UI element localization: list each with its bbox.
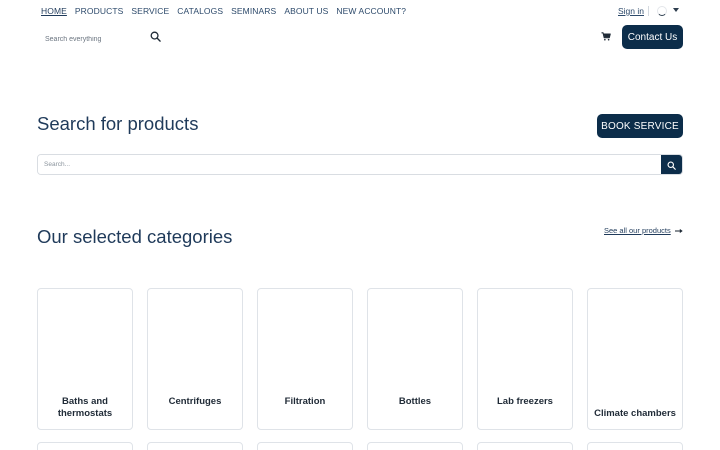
product-search-button[interactable] [661, 155, 682, 174]
header-divider [648, 6, 649, 16]
nav-service[interactable]: SERVICE [131, 5, 169, 17]
loading-icon [657, 6, 667, 16]
search-icon[interactable] [150, 31, 161, 42]
category-card-baths[interactable]: Baths and thermostats [37, 288, 133, 430]
product-search-input[interactable] [38, 155, 661, 174]
header-search-input[interactable] [41, 30, 141, 49]
nav-seminars[interactable]: SEMINARS [231, 5, 276, 17]
category-label: Lab freezers [497, 395, 553, 407]
product-search-bar [37, 154, 683, 175]
arrow-right-icon [674, 228, 683, 234]
see-all-label: See all our products [604, 226, 671, 235]
category-label: Filtration [284, 395, 326, 407]
nav-new-account[interactable]: NEW ACCOUNT? [336, 5, 406, 17]
sign-in-link[interactable]: Sign in [618, 5, 644, 17]
category-grid-row-2 [37, 442, 683, 450]
main-nav: HOME PRODUCTS SERVICE CATALOGS SEMINARS … [41, 5, 414, 17]
category-label: Climate chambers [594, 407, 676, 419]
chevron-down-icon[interactable] [673, 8, 679, 12]
search-section-title: Search for products [37, 113, 199, 134]
nav-catalogs[interactable]: CATALOGS [177, 5, 223, 17]
nav-home[interactable]: HOME [41, 5, 67, 17]
nav-products[interactable]: PRODUCTS [75, 5, 124, 17]
nav-about-us[interactable]: ABOUT US [284, 5, 328, 17]
category-label: Baths and thermostats [57, 396, 113, 419]
category-card-filtration[interactable]: Filtration [257, 288, 353, 430]
category-label: Bottles [398, 395, 432, 407]
category-card-bottles[interactable]: Bottles [367, 288, 463, 430]
category-label: Centrifuges [168, 395, 222, 407]
category-card[interactable] [587, 442, 683, 450]
category-card[interactable] [257, 442, 353, 450]
see-all-products-link[interactable]: See all our products [604, 226, 683, 236]
search-icon [667, 161, 676, 170]
categories-section-title: Our selected categories [37, 226, 233, 247]
category-card-centrifuges[interactable]: Centrifuges [147, 288, 243, 430]
category-card[interactable] [37, 442, 133, 450]
cart-icon[interactable] [601, 32, 611, 41]
category-grid: Baths and thermostats Centrifuges Filtra… [37, 288, 683, 430]
contact-us-button[interactable]: Contact Us [622, 25, 683, 49]
book-service-button[interactable]: BOOK SERVICE [597, 114, 683, 138]
category-card[interactable] [147, 442, 243, 450]
header-search [41, 28, 165, 49]
category-card[interactable] [477, 442, 573, 450]
category-card-climate-chambers[interactable]: Climate chambers [587, 288, 683, 430]
category-card-lab-freezers[interactable]: Lab freezers [477, 288, 573, 430]
category-card[interactable] [367, 442, 463, 450]
